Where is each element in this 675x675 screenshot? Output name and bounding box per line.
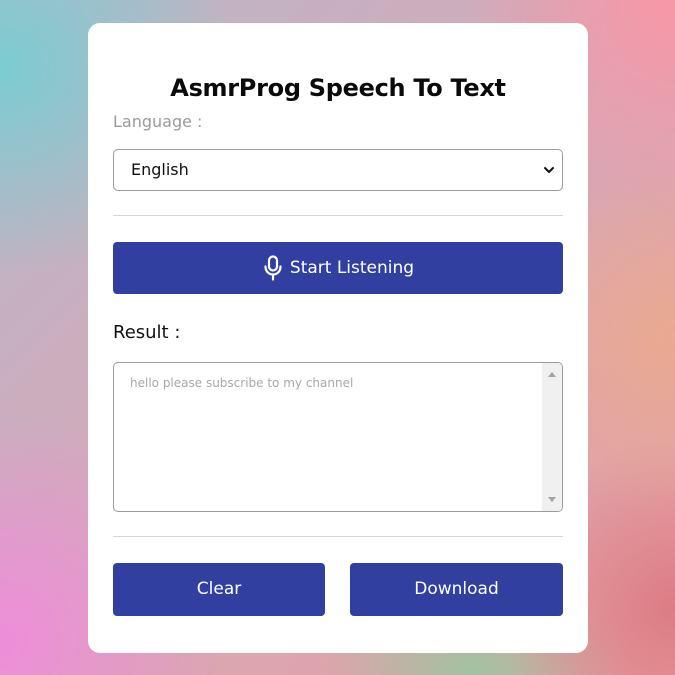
divider: [113, 215, 563, 216]
start-listening-label: Start Listening: [289, 258, 415, 278]
scroll-up-arrow-icon[interactable]: [547, 370, 557, 378]
app-title: AsmrProg Speech To Text: [170, 74, 506, 102]
clear-button[interactable]: Clear: [113, 563, 325, 616]
result-label: Result :: [113, 322, 181, 343]
result-textarea[interactable]: hello please subscribe to my channel: [113, 362, 563, 512]
result-placeholder: hello please subscribe to my channel: [130, 376, 354, 390]
download-button[interactable]: Download: [350, 563, 563, 616]
scroll-down-arrow-icon[interactable]: [547, 496, 557, 504]
speech-to-text-card: AsmrProg Speech To Text Language : Engli…: [88, 23, 588, 653]
chevron-down-icon: [544, 167, 554, 173]
microphone-icon: [264, 255, 282, 281]
language-select-value: English: [131, 160, 189, 179]
clear-button-label: Clear: [196, 579, 242, 599]
language-label: Language :: [113, 112, 203, 131]
download-button-label: Download: [414, 579, 499, 599]
textarea-scrollbar[interactable]: [542, 363, 562, 511]
divider: [113, 536, 563, 537]
start-listening-button[interactable]: Start Listening: [113, 242, 563, 294]
language-select[interactable]: English: [113, 149, 563, 191]
